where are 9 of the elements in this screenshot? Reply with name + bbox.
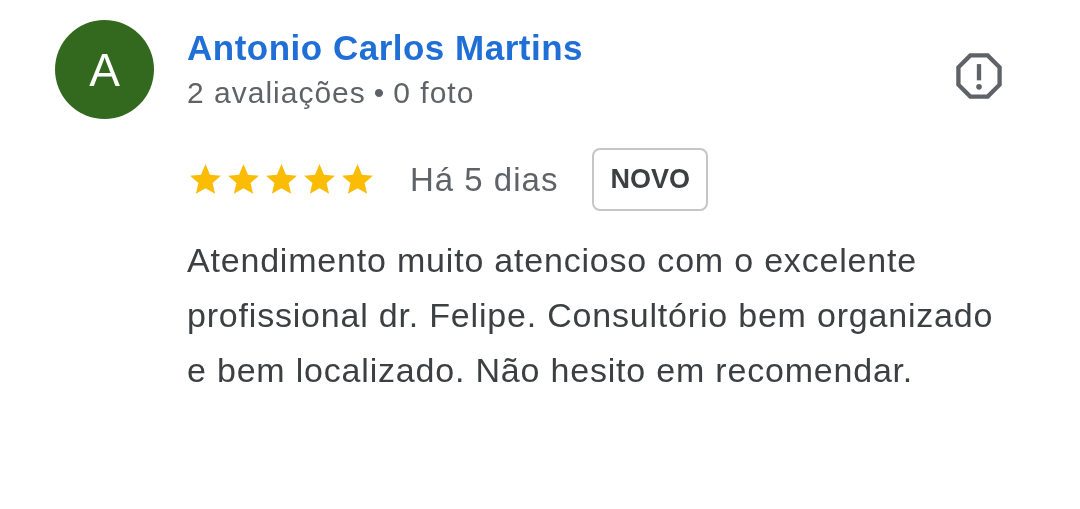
new-badge: NOVO (592, 148, 708, 211)
author-name[interactable]: Antonio Carlos Martins (187, 28, 584, 68)
user-avatar: A (55, 20, 154, 119)
photo-count: 0 foto (393, 76, 475, 110)
review-date: Há 5 dias (410, 160, 559, 199)
report-icon[interactable] (953, 50, 1005, 102)
review-text: Atendimento muito atencioso com o excelente profissional dr. Felipe. Consultório bem organizado e bem localizado. Não hesito em recomendar. (187, 240, 995, 391)
review-count: 2 avaliações (187, 76, 366, 110)
separator-dot: • (373, 76, 386, 110)
